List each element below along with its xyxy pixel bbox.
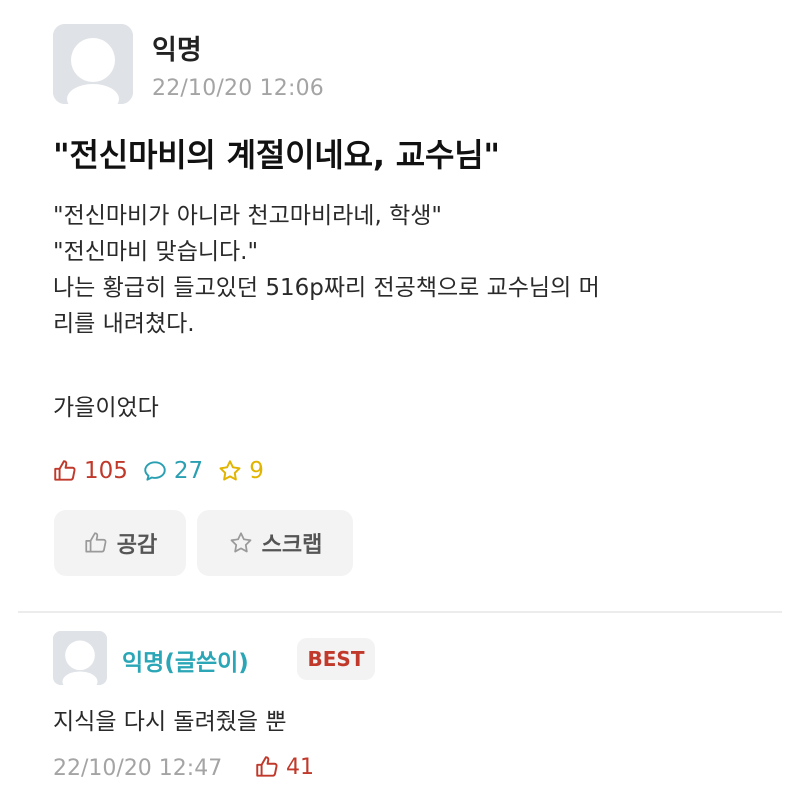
post-body: "전신마비가 아니라 천고마비라네, 학생" "전신마비 맞습니다." 나는 황… bbox=[53, 198, 773, 426]
scrap-count: 9 bbox=[217, 458, 264, 484]
thumbs-up-icon bbox=[54, 460, 76, 481]
like-button-label: 공감 bbox=[116, 533, 158, 558]
post-author: 익명 bbox=[152, 35, 202, 66]
post-body-line: "전신마비 맞습니다." bbox=[53, 239, 259, 265]
speech-bubble-icon bbox=[144, 461, 166, 481]
comment-author: 익명(글쓴이) bbox=[122, 650, 249, 676]
comment-count-value: 27 bbox=[173, 458, 204, 484]
comment-like-count: 41 bbox=[286, 754, 314, 780]
like-count: 105 bbox=[52, 458, 128, 484]
divider bbox=[18, 611, 782, 613]
comment-count: 27 bbox=[142, 458, 203, 484]
thumbs-up-icon bbox=[85, 532, 107, 553]
star-icon bbox=[230, 532, 252, 553]
post-body-line: 가을이었다 bbox=[53, 395, 159, 421]
scrap-count-value: 9 bbox=[249, 458, 264, 484]
post-body-line: "전신마비가 아니라 천고마비라네, 학생" bbox=[53, 203, 442, 229]
best-badge: BEST bbox=[297, 638, 375, 680]
comment-like-button[interactable]: 41 bbox=[254, 754, 314, 780]
scrap-button-label: 스크랩 bbox=[261, 533, 323, 558]
comment-avatar-icon bbox=[53, 631, 107, 685]
comment-timestamp: 22/10/20 12:47 bbox=[53, 756, 223, 781]
star-icon bbox=[219, 460, 241, 481]
post-stats: 105 27 9 bbox=[52, 458, 278, 484]
thumbs-up-icon bbox=[256, 756, 278, 777]
scrap-button[interactable]: 스크랩 bbox=[197, 510, 353, 576]
post-title: "전신마비의 계절이네요, 교수님" bbox=[53, 136, 500, 174]
like-count-value: 105 bbox=[84, 458, 128, 484]
comment-text: 지식을 다시 돌려줬을 뿐 bbox=[53, 709, 287, 735]
post-body-line: 나는 황급히 들고있던 516p짜리 전공책으로 교수님의 머 bbox=[53, 275, 600, 301]
post-timestamp: 22/10/20 12:06 bbox=[152, 76, 325, 101]
post-body-line: 리를 내려쳤다. bbox=[53, 311, 195, 337]
like-button[interactable]: 공감 bbox=[54, 510, 186, 576]
author-avatar-icon bbox=[53, 24, 133, 104]
